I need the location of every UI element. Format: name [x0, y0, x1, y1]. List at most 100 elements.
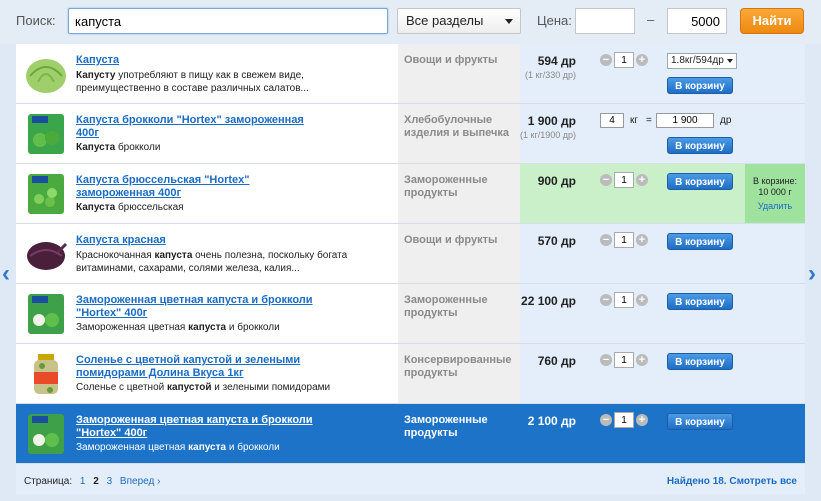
section-select-value: Все разделы — [406, 13, 484, 28]
in-cart-panel: В корзине: 10 000 г Удалить — [745, 164, 805, 223]
desc-match: капуста — [188, 442, 227, 453]
pager: Страница: 1 2 3 Вперед › — [24, 476, 165, 487]
product-title-link[interactable]: Замороженная цветная капуста и брокколи … — [76, 414, 316, 440]
in-cart-label: В корзине: — [752, 176, 798, 186]
product-description: Соленье с цветной капустой и зелеными по… — [76, 381, 386, 394]
frozen-broccoli-icon[interactable] — [24, 112, 68, 156]
desc-match: капуста — [188, 322, 227, 333]
result-row[interactable]: Соленье с цветной капустой и зелеными по… — [16, 344, 805, 404]
minus-icon[interactable]: − — [600, 54, 612, 66]
desc-suffix: и брокколи — [226, 322, 280, 333]
result-row[interactable]: Капуста брокколи "Hortex" замороженная 4… — [16, 104, 805, 164]
amount-input[interactable] — [656, 113, 714, 128]
weight-select[interactable]: 1.8кг/594др — [667, 53, 737, 69]
unit-price: (1 кг/1900 др) — [520, 130, 576, 140]
product-title-link[interactable]: Соленье с цветной капустой и зелеными по… — [76, 354, 316, 380]
add-to-cart-button[interactable]: В корзину — [667, 293, 733, 310]
red-cabbage-icon[interactable] — [24, 232, 68, 276]
add-to-cart-button[interactable]: В корзину — [667, 233, 733, 250]
add-to-cart-button[interactable]: В корзину — [667, 137, 733, 154]
category-cell — [398, 44, 520, 103]
pagination-footer: Страница: 1 2 3 Вперед › Найдено 18. Смо… — [16, 464, 805, 494]
minus-icon[interactable]: − — [600, 174, 612, 186]
quantity-input[interactable] — [614, 172, 634, 188]
product-price: 2 100 др — [527, 414, 576, 428]
desc-match: капустой — [167, 382, 212, 393]
page-current-2: 2 — [93, 476, 99, 487]
next-arrow-icon[interactable]: › — [808, 260, 816, 288]
result-row[interactable]: Замороженная цветная капуста и брокколи … — [16, 284, 805, 344]
minus-icon[interactable]: − — [600, 234, 612, 246]
product-price: 594 др — [537, 54, 576, 68]
result-row[interactable]: Капуста брюссельская "Hortex" замороженн… — [16, 164, 805, 224]
quantity-input[interactable] — [614, 412, 634, 428]
cabbage-icon[interactable] — [24, 52, 68, 96]
plus-icon[interactable]: + — [636, 354, 648, 366]
quantity-input[interactable] — [614, 52, 634, 68]
product-description: Капусту употребляют в пищу как в свежем … — [76, 69, 386, 95]
plus-icon[interactable]: + — [636, 294, 648, 306]
next-page-link[interactable]: Вперед › — [120, 476, 161, 487]
plus-icon[interactable]: + — [636, 174, 648, 186]
currency-label: др — [720, 115, 732, 126]
quantity-input[interactable] — [614, 292, 634, 308]
product-title-link[interactable]: Капуста красная — [76, 234, 316, 247]
found-count-link[interactable]: Найдено 18. Смотреть все — [667, 476, 797, 487]
kg-qty-input[interactable] — [600, 113, 624, 128]
product-description: Краснокочанная капуста очень полезна, по… — [76, 249, 386, 275]
product-title-link[interactable]: Капуста — [76, 54, 316, 67]
result-row[interactable]: Замороженная цветная капуста и брокколи … — [16, 404, 805, 464]
minus-icon[interactable]: − — [600, 414, 612, 426]
desc-match: капуста — [154, 250, 193, 261]
frozen-mix-icon[interactable] — [24, 292, 68, 336]
page-link-1[interactable]: 1 — [80, 476, 86, 487]
quantity-stepper: −+ — [600, 292, 648, 308]
section-select[interactable]: Все разделы — [397, 8, 521, 34]
desc-prefix: Соленье с цветной — [76, 382, 167, 393]
desc-suffix: брюссельская — [115, 202, 184, 213]
page-link-3[interactable]: 3 — [107, 476, 113, 487]
result-row[interactable]: Капуста красная Краснокочанная капуста оч… — [16, 224, 805, 284]
price-label: Цена: — [537, 13, 572, 28]
price-from-input[interactable] — [575, 8, 635, 34]
quantity-stepper: −+ — [600, 412, 648, 428]
remove-link[interactable]: Удалить — [745, 201, 805, 212]
result-row[interactable]: Капуста Капусту употребляют в пищу как в … — [16, 44, 805, 104]
equals-label: = — [646, 115, 652, 126]
plus-icon[interactable]: + — [636, 414, 648, 426]
add-to-cart-button[interactable]: В корзину — [667, 173, 733, 190]
unit-price: (1 кг/330 др) — [525, 70, 576, 80]
quantity-input[interactable] — [614, 352, 634, 368]
product-category: Замороженные продукты — [404, 294, 488, 319]
search-input[interactable] — [68, 8, 388, 34]
price-cell — [520, 224, 805, 283]
desc-match: Капусту — [76, 70, 116, 81]
product-title-link[interactable]: Капуста брюссельская "Hortex" замороженн… — [76, 174, 316, 200]
add-to-cart-button[interactable]: В корзину — [667, 353, 733, 370]
quantity-input[interactable] — [614, 232, 634, 248]
product-title-link[interactable]: Замороженная цветная капуста и брокколи … — [76, 294, 316, 320]
prev-arrow-icon[interactable]: ‹ — [2, 260, 10, 288]
plus-icon[interactable]: + — [636, 54, 648, 66]
price-to-input[interactable] — [667, 8, 727, 34]
product-description: Капуста брюссельская — [76, 201, 386, 214]
desc-prefix: Замороженная цветная — [76, 442, 189, 453]
weight-select-value: 1.8кг/594др — [671, 55, 724, 66]
desc-suffix: и зелеными помидорами — [211, 382, 331, 393]
product-category: Овощи и фрукты — [404, 54, 498, 66]
frozen-mix-icon[interactable] — [24, 412, 68, 456]
add-to-cart-button[interactable]: В корзину — [667, 77, 733, 94]
kg-unit-label: кг — [630, 115, 639, 126]
plus-icon[interactable]: + — [636, 234, 648, 246]
frozen-sprouts-icon[interactable] — [24, 172, 68, 216]
product-category: Консервированные продукты — [404, 354, 512, 379]
find-button[interactable]: Найти — [740, 8, 804, 34]
minus-icon[interactable]: − — [600, 294, 612, 306]
desc-suffix: брокколи — [115, 142, 161, 153]
minus-icon[interactable]: − — [600, 354, 612, 366]
product-title-link[interactable]: Капуста брокколи "Hortex" замороженная 4… — [76, 114, 316, 140]
jar-icon[interactable] — [24, 352, 68, 396]
quantity-stepper: −+ — [600, 352, 648, 368]
add-to-cart-button[interactable]: В корзину — [667, 413, 733, 430]
desc-prefix: Замороженная цветная — [76, 322, 189, 333]
